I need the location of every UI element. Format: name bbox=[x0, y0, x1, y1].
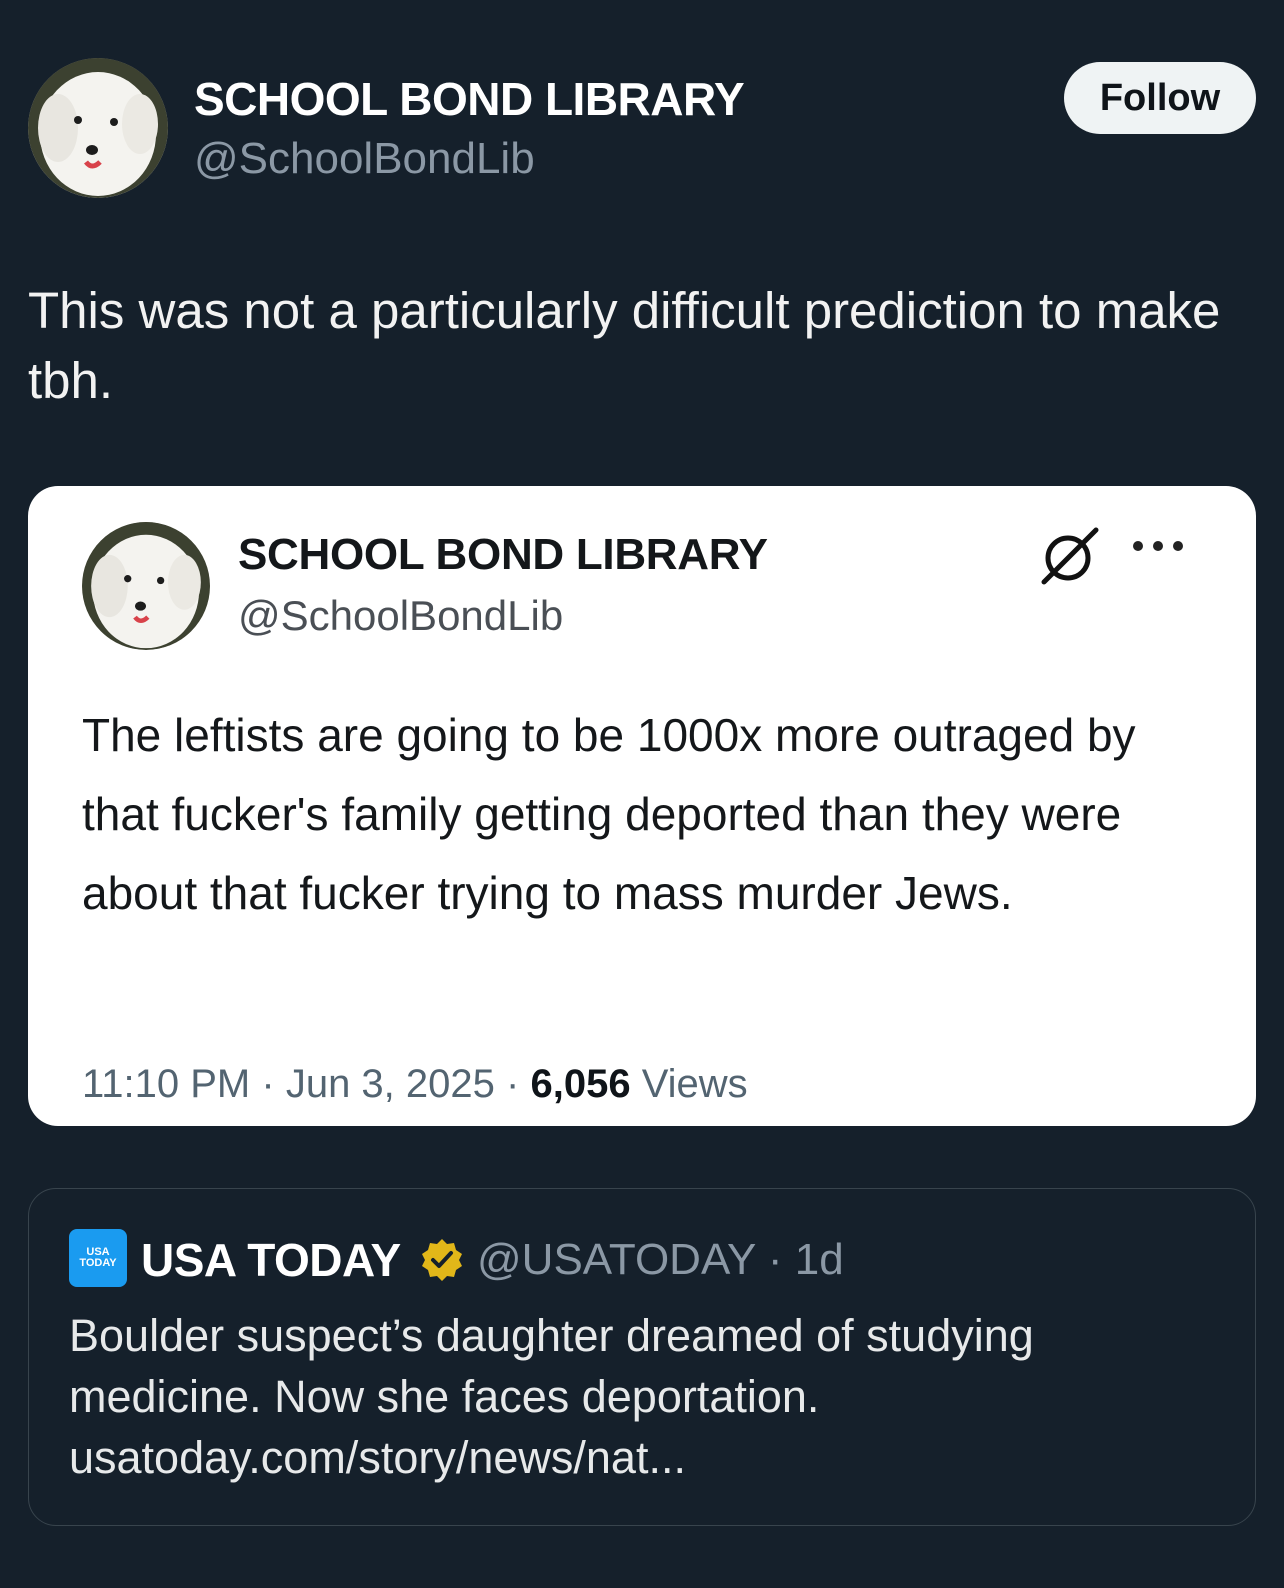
embedded-post-date: Jun 3, 2025 bbox=[285, 1062, 495, 1106]
embedded-author-name: SCHOOL BOND LIBRARY bbox=[238, 530, 768, 579]
verified-icon bbox=[422, 1239, 462, 1281]
author-handle[interactable]: @SchoolBondLib bbox=[194, 134, 535, 184]
views-label: Views bbox=[641, 1062, 748, 1106]
more-icon bbox=[1133, 541, 1183, 551]
embedded-post-text: The leftists are going to be 1000x more … bbox=[82, 709, 1136, 919]
embedded-author-handle: @SchoolBondLib bbox=[238, 592, 564, 639]
meta-separator: · bbox=[506, 1062, 520, 1106]
quoted-post-age: 1d bbox=[794, 1235, 844, 1284]
post-text: This was not a particularly difficult pr… bbox=[28, 282, 1221, 409]
post-header: SCHOOL BOND LIBRARY @SchoolBondLib Follo… bbox=[28, 58, 1256, 200]
quoted-post-text: Boulder suspect’s daughter dreamed of st… bbox=[69, 1305, 1229, 1488]
quoted-author-handle[interactable]: @USATODAY · 1d bbox=[477, 1235, 844, 1285]
views-count: 6,056 bbox=[530, 1062, 631, 1106]
author-avatar[interactable] bbox=[28, 58, 168, 198]
grok-icon bbox=[1041, 527, 1099, 585]
quoted-headline: Boulder suspect’s daughter dreamed of st… bbox=[69, 1310, 1034, 1422]
author-name[interactable]: SCHOOL BOND LIBRARY bbox=[194, 72, 745, 126]
meta-separator: · bbox=[261, 1062, 275, 1106]
usa-today-logo[interactable]: USA TODAY bbox=[69, 1229, 127, 1287]
embedded-author-avatar bbox=[82, 522, 210, 650]
quoted-post[interactable]: USA TODAY USA TODAY @USATODAY · 1d Bould… bbox=[28, 1188, 1256, 1526]
quoted-author-name[interactable]: USA TODAY bbox=[141, 1233, 401, 1287]
follow-button[interactable]: Follow bbox=[1064, 62, 1256, 134]
quoted-link[interactable]: usatoday.com/story/news/nat... bbox=[69, 1427, 1229, 1488]
embedded-post-meta: 11:10 PM · Jun 3, 2025 · 6,056 Views bbox=[82, 1062, 748, 1107]
embedded-post-image[interactable]: SCHOOL BOND LIBRARY @SchoolBondLib The l… bbox=[28, 486, 1256, 1126]
embedded-post-time: 11:10 PM bbox=[82, 1062, 251, 1106]
